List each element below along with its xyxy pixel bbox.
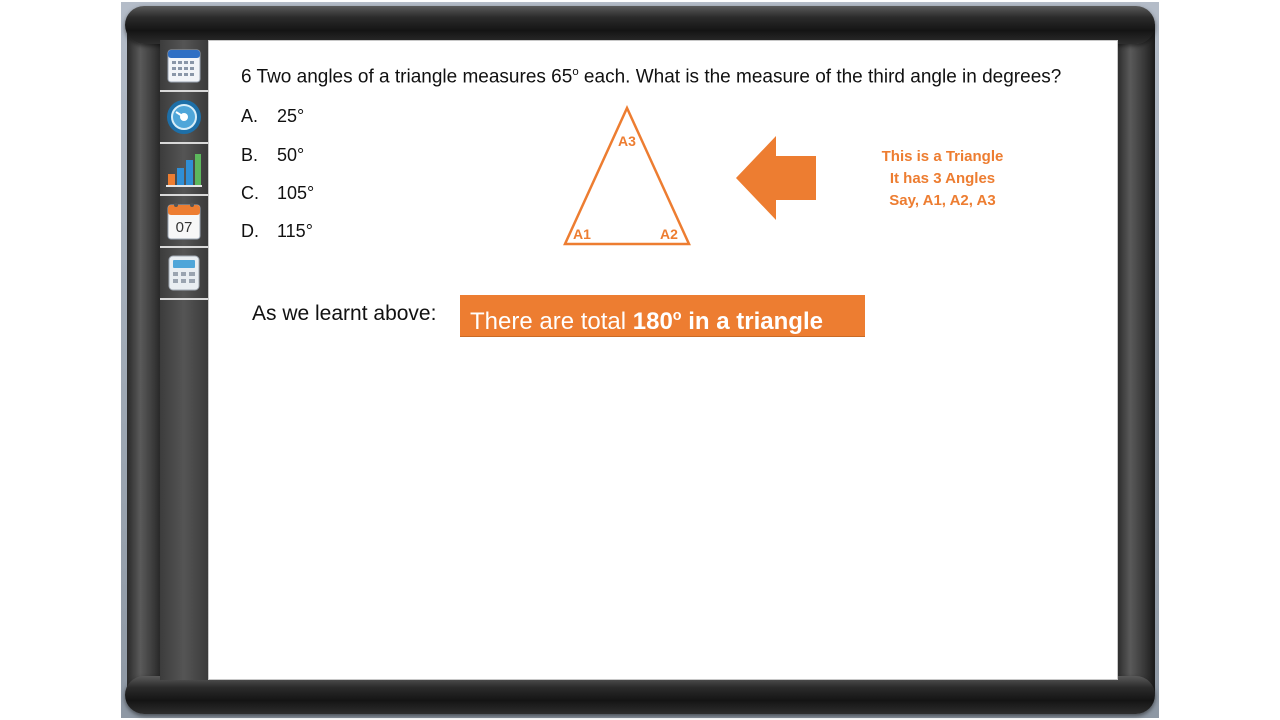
banner-text-before: There are total [470, 308, 633, 335]
option-b[interactable]: B. 50° [241, 145, 304, 166]
sidebar-item-date[interactable]: 07 [160, 196, 208, 248]
triangle-note: This is a Triangle It has 3 Angles Say, … [870, 146, 1015, 212]
left-arrow-icon [736, 136, 816, 220]
question-text: 6 Two angles of a triangle measures 65o … [241, 66, 1061, 88]
frame-top-bar [125, 6, 1155, 44]
question-text-before: Two angles of a triangle measures 65 [256, 66, 573, 88]
date-calendar-icon: 07 [167, 203, 201, 240]
option-value: 25° [277, 106, 305, 126]
option-c[interactable]: C. 105° [241, 183, 314, 204]
bar-chart-icon [166, 154, 202, 187]
option-a[interactable]: A. 25° [241, 106, 304, 127]
triangle-diagram: A3 A1 A2 [563, 104, 691, 246]
calendar-grid-icon [167, 49, 201, 83]
question-text-after: each. What is the measure of the third a… [578, 66, 1062, 88]
sidebar-item-chart[interactable] [160, 144, 208, 196]
frame-bottom-bar [125, 676, 1155, 714]
question-number: 6 [241, 66, 252, 88]
triangle-label-top: A3 [618, 133, 636, 149]
option-letter: C. [241, 183, 259, 203]
note-line-1: This is a Triangle [881, 148, 1004, 165]
banner-bold-value: 180 [632, 308, 673, 335]
sidebar-item-calculator[interactable] [160, 248, 208, 300]
note-line-3: Say, A1, A2, A3 [889, 192, 996, 209]
option-d[interactable]: D. 115° [241, 221, 313, 242]
frame-right-post [1117, 24, 1155, 694]
triangle-label-left: A1 [573, 226, 591, 242]
option-letter: A. [241, 106, 259, 126]
banner-bold-after: in a triangle [681, 308, 823, 335]
triangle-label-right: A2 [660, 226, 678, 242]
learnt-label: As we learnt above: [252, 302, 437, 325]
date-calendar-label: 07 [176, 219, 193, 236]
banner-degree-mark: o [672, 308, 682, 324]
sidebar-item-calendar[interactable] [160, 40, 208, 92]
option-letter: D. [241, 221, 259, 241]
sidebar-item-gauge[interactable] [160, 92, 208, 144]
triangle-shape [563, 104, 691, 246]
option-value: 115° [277, 221, 313, 241]
option-value: 105° [277, 183, 315, 203]
tool-sidebar: 07 [160, 40, 208, 680]
note-line-2: It has 3 Angles [889, 170, 996, 187]
calculator-icon [168, 255, 200, 291]
fact-banner: There are total 180o in a triangle [460, 295, 865, 337]
gauge-icon [167, 100, 201, 134]
option-value: 50° [277, 145, 305, 165]
option-letter: B. [241, 145, 259, 165]
